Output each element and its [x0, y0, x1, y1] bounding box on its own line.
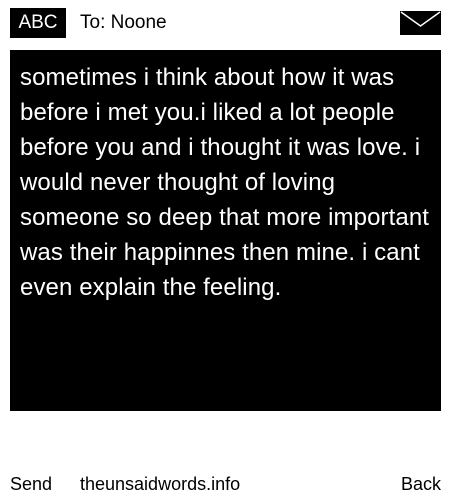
back-softkey[interactable]: Back — [401, 472, 441, 496]
envelope-icon — [400, 11, 441, 35]
input-mode-badge: ABC — [10, 8, 66, 38]
send-softkey[interactable]: Send — [10, 472, 52, 496]
recipient-field[interactable]: To: Noone — [80, 10, 167, 36]
site-watermark: theunsaidwords.info — [80, 474, 241, 494]
message-body[interactable]: sometimes i think about how it was befor… — [10, 50, 441, 411]
